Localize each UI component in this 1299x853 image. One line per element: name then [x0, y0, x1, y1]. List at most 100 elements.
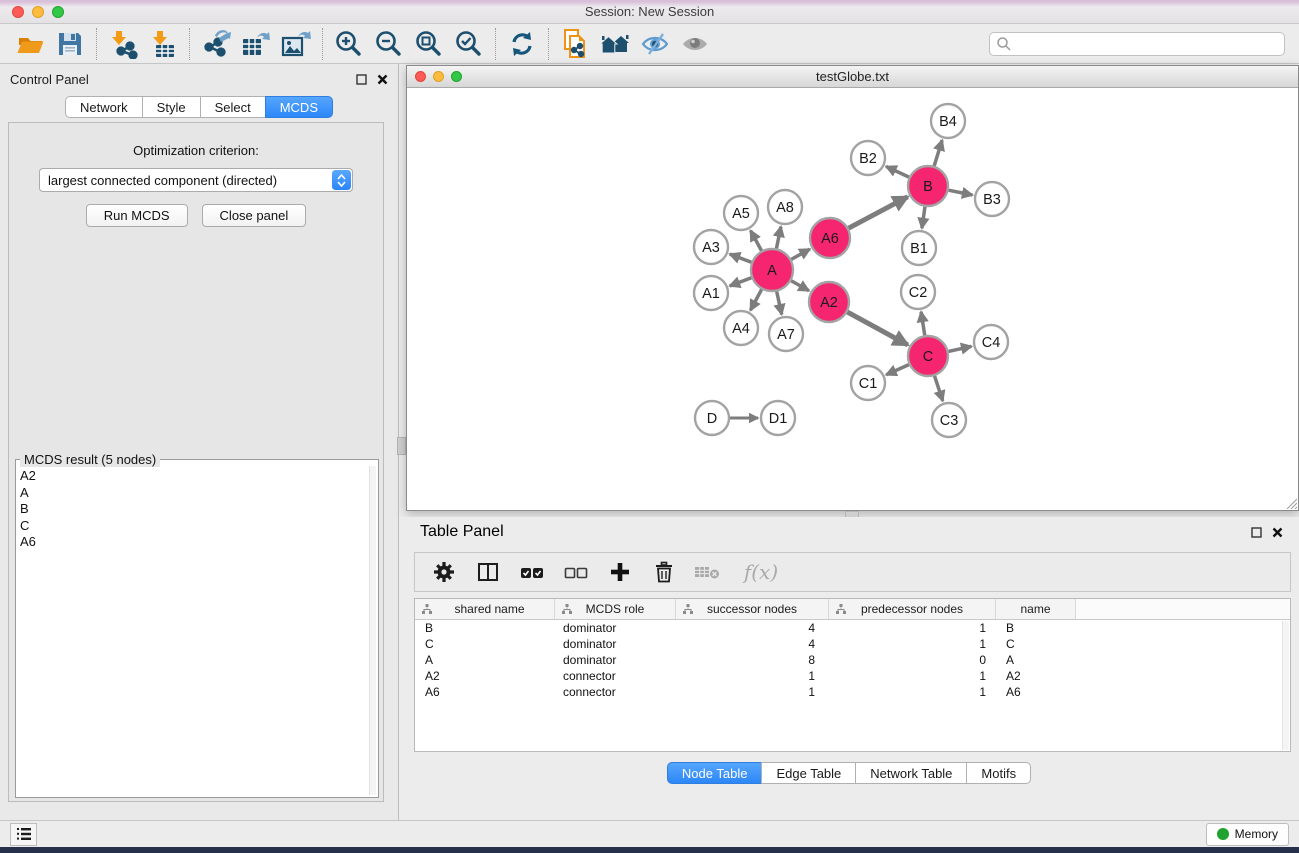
control-panel-header: Control Panel: [0, 64, 398, 94]
search-input[interactable]: [1012, 34, 1284, 54]
table-row[interactable]: A6 connector 1 1 A6: [415, 684, 1290, 700]
table-scrollbar[interactable]: [1282, 621, 1289, 750]
column-header-shared-name[interactable]: shared name: [415, 599, 555, 619]
toolbar-separator: [189, 28, 190, 60]
graph-edge-A-A3[interactable]: [730, 254, 752, 262]
graph-edge-C-C1[interactable]: [886, 365, 909, 375]
select-all-button[interactable]: [517, 557, 547, 587]
tab-style[interactable]: Style: [142, 96, 201, 118]
list-item[interactable]: B: [20, 501, 368, 518]
list-item[interactable]: A2: [20, 468, 368, 485]
tab-network-table[interactable]: Network Table: [855, 762, 967, 784]
function-builder-button[interactable]: f(x): [737, 557, 785, 587]
zoom-fit-button[interactable]: [409, 27, 449, 61]
create-column-button[interactable]: [605, 557, 635, 587]
table-row[interactable]: C dominator 4 1 C: [415, 636, 1290, 652]
graph-edge-C-C4[interactable]: [948, 346, 971, 351]
optimization-criterion-label: Optimization criterion:: [9, 143, 383, 158]
tab-mcds[interactable]: MCDS: [265, 96, 333, 118]
graph-edge-C-C3[interactable]: [935, 376, 943, 401]
zoom-selected-button[interactable]: [449, 27, 489, 61]
show-graphics-details-button[interactable]: [675, 27, 715, 61]
float-panel-icon[interactable]: [1251, 527, 1262, 538]
tab-network[interactable]: Network: [65, 96, 143, 118]
refresh-button[interactable]: [502, 27, 542, 61]
graph-edge-A-A4[interactable]: [750, 289, 761, 310]
export-network-button[interactable]: [196, 27, 236, 61]
delete-column-button[interactable]: [649, 557, 679, 587]
eye-slash-icon: [639, 30, 671, 58]
graph-edge-B-B4[interactable]: [934, 140, 942, 166]
home-button[interactable]: [595, 27, 635, 61]
export-table-button[interactable]: [236, 27, 276, 61]
graph-edge-A-A6[interactable]: [791, 249, 810, 259]
zoom-in-icon: [334, 29, 364, 59]
graph-edge-B-B1[interactable]: [922, 207, 925, 228]
graph-node-label-A4: A4: [732, 321, 750, 337]
zoom-out-button[interactable]: [369, 27, 409, 61]
select-stepper-icon: [332, 170, 351, 190]
graph-node-label-D1: D1: [769, 411, 788, 427]
import-table-button[interactable]: [143, 27, 183, 61]
column-header-mcds-role[interactable]: MCDS role: [555, 599, 676, 619]
graph-edge-B-B2[interactable]: [886, 166, 909, 177]
result-scrollbar[interactable]: [369, 466, 376, 795]
graph-edge-C-C2[interactable]: [921, 312, 925, 335]
network-window-title: testGlobe.txt: [407, 69, 1298, 84]
graph-edge-A-A1[interactable]: [730, 278, 752, 286]
node-table: shared name MCDS role successor nodes pr…: [414, 598, 1291, 752]
tab-select[interactable]: Select: [200, 96, 266, 118]
table-row[interactable]: B dominator 4 1 B: [415, 620, 1290, 636]
network-canvas[interactable]: AA6A2BCA5A8A3A1A4A7B2B4B3B1C2C4C1C3DD1: [407, 88, 1298, 510]
column-header-predecessor-nodes[interactable]: predecessor nodes: [829, 599, 996, 619]
deselect-all-button[interactable]: [561, 557, 591, 587]
table-settings-button[interactable]: [429, 557, 459, 587]
graph-node-label-A8: A8: [776, 200, 794, 216]
graph-node-label-B4: B4: [939, 114, 957, 130]
tab-motifs[interactable]: Motifs: [966, 762, 1031, 784]
vertical-splitter-handle[interactable]: [397, 437, 406, 455]
split-panel-button[interactable]: [473, 557, 503, 587]
resize-grip-icon[interactable]: [1284, 496, 1297, 509]
zoom-in-button[interactable]: [329, 27, 369, 61]
column-header-successor-nodes[interactable]: successor nodes: [676, 599, 829, 619]
graph-edge-A-A2[interactable]: [791, 281, 809, 291]
toolbar-separator: [96, 28, 97, 60]
graph-edge-A6-B[interactable]: [849, 197, 908, 228]
open-file-button[interactable]: [10, 27, 50, 61]
trash-icon: [652, 560, 676, 584]
graph-edge-A-A8[interactable]: [776, 227, 781, 249]
float-panel-icon[interactable]: [356, 74, 367, 85]
list-item[interactable]: A: [20, 485, 368, 502]
toolbar-separator: [322, 28, 323, 60]
graph-edge-A-A5[interactable]: [751, 231, 762, 251]
close-panel-icon[interactable]: [377, 74, 388, 85]
list-item[interactable]: A6: [20, 534, 368, 551]
close-panel-button[interactable]: Close panel: [202, 204, 307, 227]
graph-node-label-B1: B1: [910, 241, 928, 257]
tab-node-table[interactable]: Node Table: [667, 762, 763, 784]
list-item[interactable]: C: [20, 518, 368, 535]
run-mcds-button[interactable]: Run MCDS: [86, 204, 188, 227]
criterion-select[interactable]: largest connected component (directed): [39, 168, 353, 192]
network-graph[interactable]: AA6A2BCA5A8A3A1A4A7B2B4B3B1C2C4C1C3DD1: [407, 88, 1298, 510]
tab-edge-table[interactable]: Edge Table: [761, 762, 856, 784]
table-row[interactable]: A dominator 8 0 A: [415, 652, 1290, 668]
import-network-button[interactable]: [103, 27, 143, 61]
save-session-button[interactable]: [50, 27, 90, 61]
close-panel-icon[interactable]: [1272, 527, 1283, 538]
column-header-name[interactable]: name: [996, 599, 1076, 619]
export-image-button[interactable]: [276, 27, 316, 61]
delete-table-button[interactable]: [693, 557, 723, 587]
hide-graphics-details-button[interactable]: [635, 27, 675, 61]
table-row[interactable]: A2 connector 1 1 A2: [415, 668, 1290, 684]
delete-table-icon: [693, 561, 723, 583]
graph-edge-B-B3[interactable]: [949, 190, 973, 195]
graph-edge-A-A7[interactable]: [777, 291, 782, 314]
network-file-button[interactable]: [555, 27, 595, 61]
import-table-icon: [148, 29, 178, 59]
graph-edge-A2-C[interactable]: [847, 312, 907, 345]
task-history-button[interactable]: [10, 823, 37, 846]
memory-button[interactable]: Memory: [1206, 823, 1289, 846]
mcds-result-list[interactable]: A2 A B C A6: [20, 468, 368, 795]
